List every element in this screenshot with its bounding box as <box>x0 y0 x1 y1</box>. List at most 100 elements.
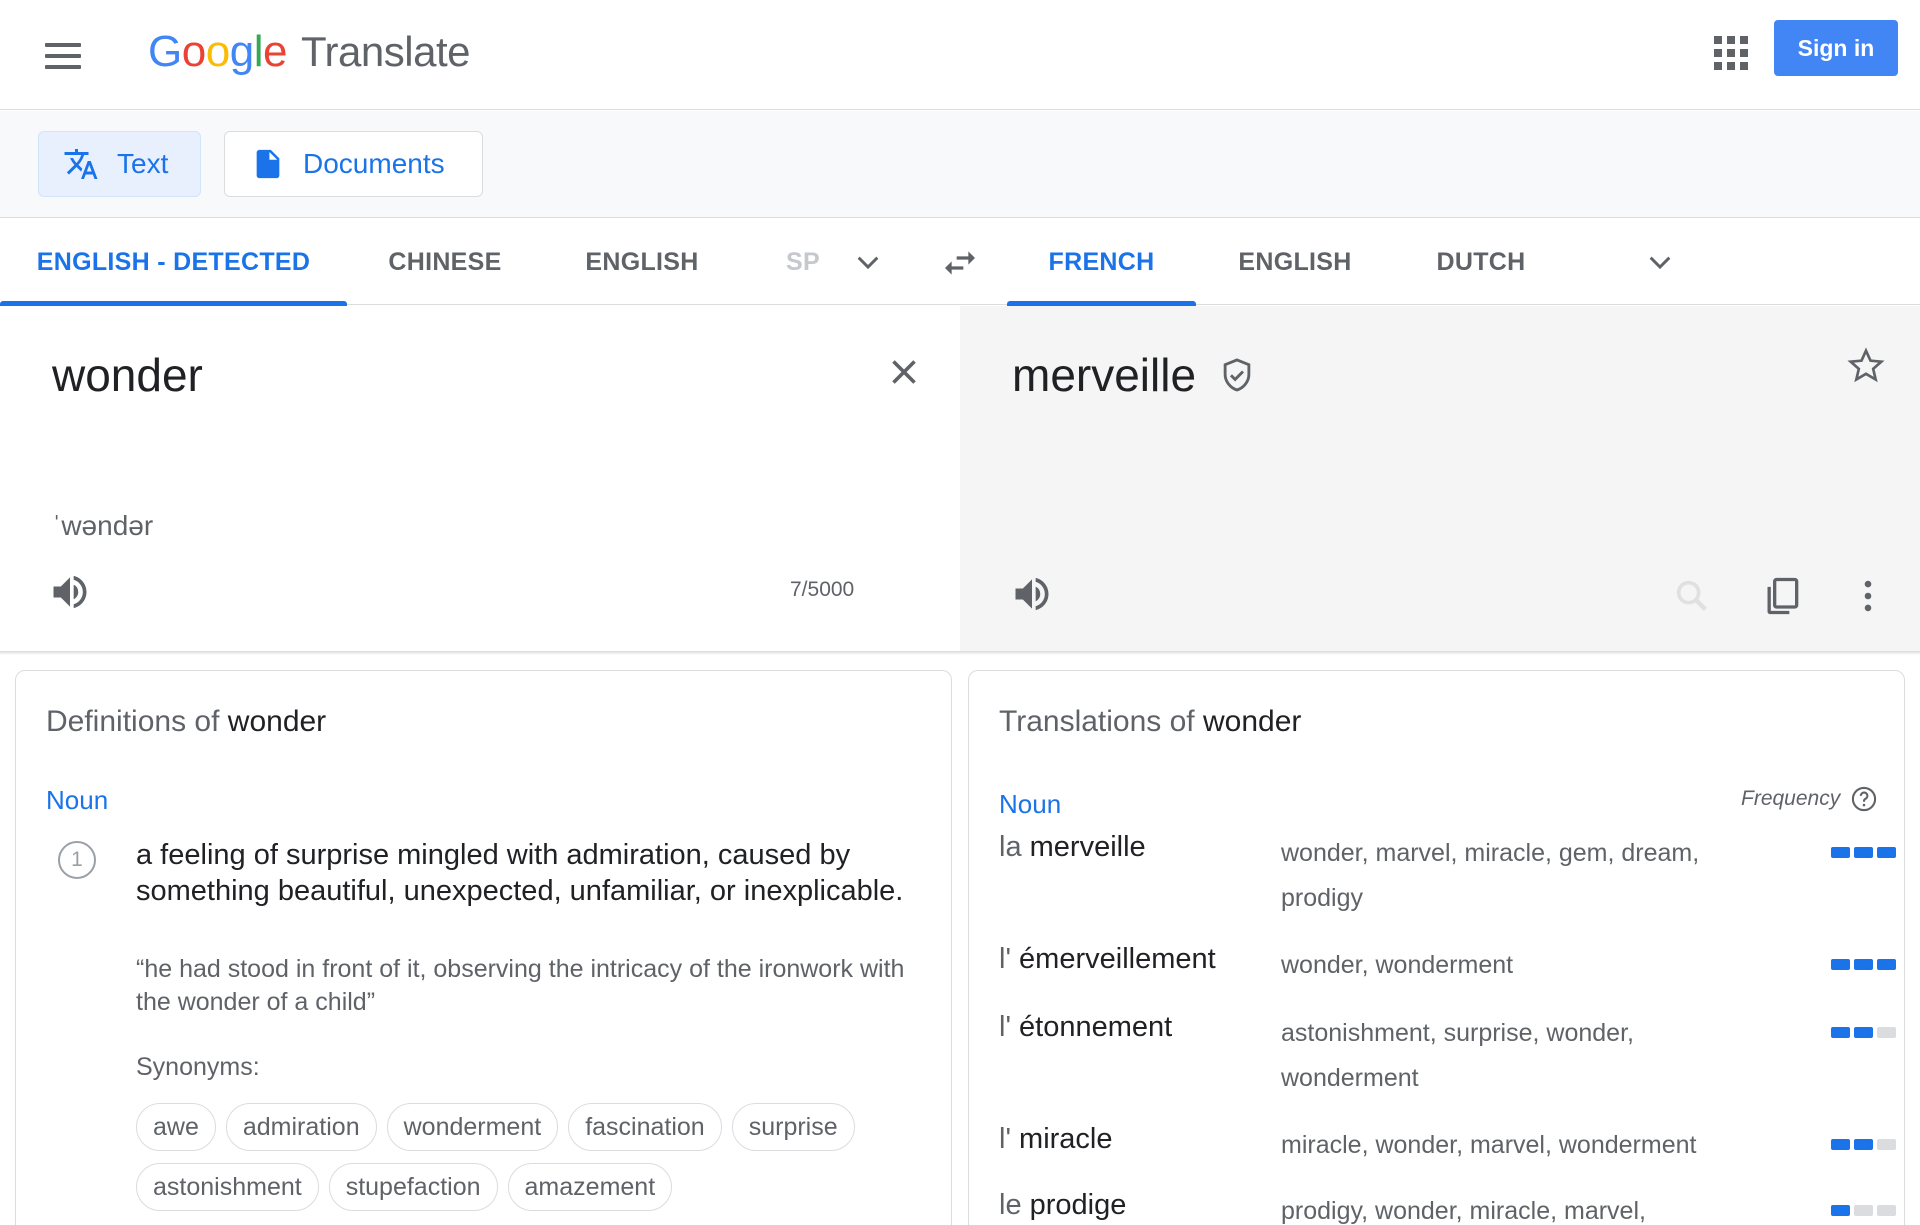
frequency-segment <box>1877 1205 1896 1216</box>
frequency-help-icon[interactable] <box>1850 785 1878 813</box>
frequency-segment <box>1854 1139 1873 1150</box>
translations-part-of-speech: Noun <box>999 789 1062 819</box>
documents-mode-button[interactable]: Documents <box>224 131 483 197</box>
definitions-part-of-speech: Noun <box>46 785 109 815</box>
synonym-chip[interactable]: astonishment <box>136 1163 319 1211</box>
listen-source-speaker-icon[interactable] <box>48 570 92 614</box>
frequency-segment <box>1831 959 1850 970</box>
synonyms-row-1: awe admiration wonderment fascination su… <box>136 1103 855 1151</box>
copy-translation-icon[interactable] <box>1760 574 1804 618</box>
translation-term[interactable]: merveille <box>1030 831 1146 863</box>
google-translate-logo[interactable]: Google Translate <box>148 22 470 82</box>
translate-icon <box>64 149 98 179</box>
frequency-segment <box>1854 847 1873 858</box>
translation-article: la <box>999 831 1022 863</box>
target-lang-tab-english[interactable]: ENGLISH <box>1210 219 1380 305</box>
translation-output: merveille <box>1012 348 1256 402</box>
translations-title-prefix: Translations of <box>999 705 1195 738</box>
definition-example: “he had stood in front of it, observing … <box>136 955 905 1016</box>
logo-letter: o <box>181 27 206 76</box>
frequency-indicator <box>1831 1205 1896 1216</box>
definitions-card: Definitions of wonder Noun 1 a feeling o… <box>15 670 952 1225</box>
translation-reverse-synonyms: astonishment, surprise, wonder, wonderme… <box>1281 1019 1634 1092</box>
main-menu-icon[interactable] <box>45 34 89 78</box>
clear-source-text-close-icon[interactable] <box>886 354 922 390</box>
mode-bar: Text Documents <box>0 111 1920 218</box>
synonym-chip[interactable]: awe <box>136 1103 216 1151</box>
translation-reverse-synonyms: wonder, wonderment <box>1281 951 1514 979</box>
frequency-header: Frequency <box>1741 785 1878 813</box>
synonym-chip[interactable]: amazement <box>507 1163 673 1211</box>
frequency-label: Frequency <box>1741 787 1841 810</box>
frequency-indicator <box>1831 1027 1896 1038</box>
frequency-segment <box>1854 1205 1873 1216</box>
translations-title-word: wonder <box>1203 705 1302 738</box>
frequency-segment <box>1831 1205 1850 1216</box>
text-mode-button[interactable]: Text <box>38 131 201 197</box>
synonym-chip[interactable]: surprise <box>731 1103 855 1151</box>
frequency-segment <box>1877 959 1896 970</box>
search-icon[interactable] <box>1672 576 1712 616</box>
synonym-chip[interactable]: fascination <box>568 1103 722 1151</box>
translation-reverse-synonyms: wonder, marvel, miracle, gem, dream, pro… <box>1281 839 1700 912</box>
definitions-title: Definitions of wonder <box>46 705 326 739</box>
translations-title: Translations of wonder <box>999 705 1301 739</box>
frequency-segment <box>1854 959 1873 970</box>
frequency-indicator <box>1831 847 1896 858</box>
source-lang-tab-chinese[interactable]: CHINESE <box>360 219 530 305</box>
swap-languages-icon[interactable] <box>940 243 980 283</box>
source-lang-tab-spanish[interactable]: SP <box>770 219 836 305</box>
source-text-input[interactable]: wonder <box>52 348 203 402</box>
translation-article: l' <box>999 1123 1011 1155</box>
translation-word: la merveille <box>999 831 1146 864</box>
logo-letter: l <box>253 27 264 76</box>
translation-output-panel: merveille <box>960 306 1920 651</box>
synonym-chip[interactable]: stupefaction <box>328 1163 498 1211</box>
frequency-segment <box>1877 1139 1896 1150</box>
source-phonetic: ˈwəndər <box>52 510 154 541</box>
frequency-segment <box>1831 1027 1850 1038</box>
definitions-title-prefix: Definitions of <box>46 705 220 738</box>
synonyms-label: Synonyms: <box>136 1053 260 1081</box>
product-name: Translate <box>300 28 471 75</box>
synonym-chip[interactable]: admiration <box>225 1103 377 1151</box>
panels-divider <box>0 651 1920 655</box>
translation-article: l' <box>999 943 1011 975</box>
definitions-title-word: wonder <box>227 705 327 738</box>
definition-number: 1 <box>58 841 96 879</box>
character-count: 7/5000 <box>790 578 855 601</box>
text-mode-label: Text <box>117 148 169 179</box>
translated-text: merveille <box>1012 349 1197 401</box>
google-apps-icon[interactable] <box>1712 34 1748 70</box>
target-lang-more-chevron-down-icon[interactable] <box>1644 247 1676 279</box>
translations-card: Translations of wonder Noun Frequency la… <box>968 670 1905 1225</box>
translation-word: le prodige <box>999 1189 1126 1222</box>
save-translation-star-icon[interactable] <box>1846 346 1886 386</box>
translation-word: l' étonnement <box>999 1011 1172 1044</box>
translation-term[interactable]: émerveillement <box>1019 943 1216 975</box>
translation-term[interactable]: prodige <box>1030 1189 1127 1221</box>
source-lang-more-chevron-down-icon[interactable] <box>852 247 884 279</box>
documents-mode-label: Documents <box>303 148 445 179</box>
document-icon <box>256 149 280 179</box>
translation-word: l' miracle <box>999 1123 1113 1156</box>
frequency-indicator <box>1831 959 1896 970</box>
translation-word: l' émerveillement <box>999 943 1216 976</box>
target-lang-tab-dutch[interactable]: DUTCH <box>1400 219 1562 305</box>
synonym-chip[interactable]: wonderment <box>386 1103 559 1151</box>
translation-term[interactable]: étonnement <box>1019 1011 1172 1043</box>
sign-in-button[interactable]: Sign in <box>1774 20 1898 76</box>
translation-term[interactable]: miracle <box>1019 1123 1112 1155</box>
translation-article: l' <box>999 1011 1011 1043</box>
source-lang-tab-detected[interactable]: ENGLISH - DETECTED <box>0 219 347 306</box>
more-options-icon[interactable] <box>1846 574 1890 618</box>
target-lang-tab-french[interactable]: FRENCH <box>1007 219 1196 306</box>
logo-letter: g <box>229 27 254 76</box>
translation-reverse-synonyms: miracle, wonder, marvel, wonderment <box>1281 1131 1697 1159</box>
verified-shield-icon[interactable] <box>1218 354 1256 396</box>
source-text-panel[interactable]: wonder ˈwəndər 7/5000 <box>0 306 960 651</box>
listen-translation-speaker-icon[interactable] <box>1010 572 1054 616</box>
frequency-segment <box>1831 847 1850 858</box>
source-lang-tab-english[interactable]: ENGLISH <box>556 219 728 305</box>
definition-text: a feeling of surprise mingled with admir… <box>136 839 904 907</box>
